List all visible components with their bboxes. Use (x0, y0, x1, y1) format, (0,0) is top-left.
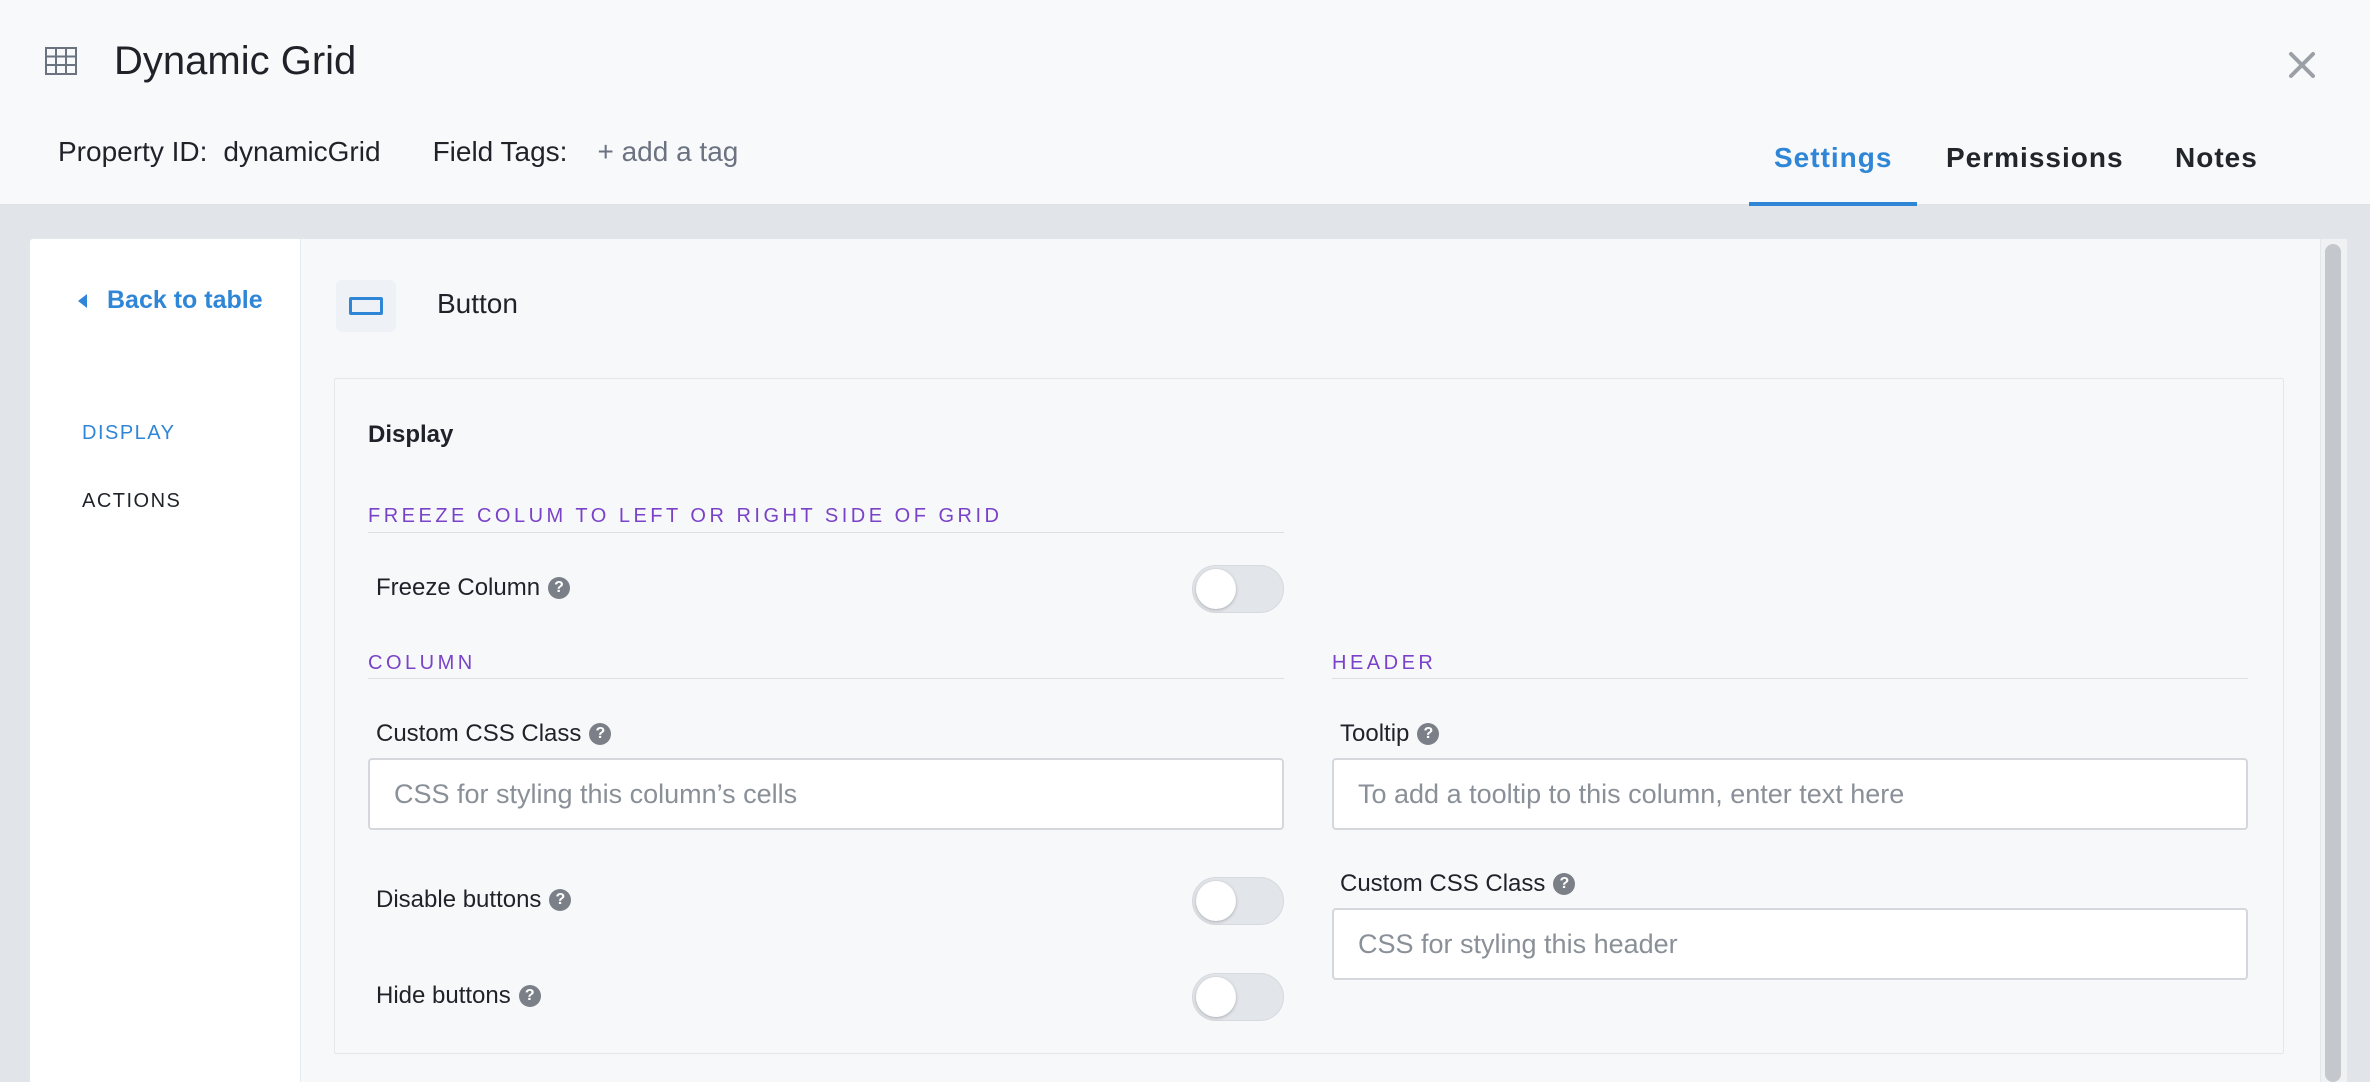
page-title: Dynamic Grid (114, 39, 357, 83)
back-to-table-link[interactable]: Back to table (78, 286, 263, 315)
add-tag-link[interactable]: + add a tag (597, 132, 738, 172)
freeze-column-label: Freeze Column ? (376, 574, 571, 602)
help-icon[interactable]: ? (589, 723, 612, 745)
tab-permissions[interactable]: Permissions (1946, 138, 2124, 178)
column-section-heading: COLUMN (368, 652, 476, 674)
freeze-column-text: Freeze Column (376, 574, 541, 601)
freeze-column-toggle[interactable] (1192, 565, 1284, 613)
modal-header: Dynamic Grid Property ID: dynamicGrid Fi… (0, 0, 2370, 206)
property-id-value: dynamicGrid (223, 136, 381, 167)
tooltip-text: Tooltip (1340, 720, 1410, 747)
panel-title: Display (368, 421, 454, 448)
column-css-text: Custom CSS Class (376, 720, 582, 747)
help-icon[interactable]: ? (548, 577, 571, 599)
hide-buttons-text: Hide buttons (376, 982, 511, 1009)
help-icon[interactable]: ? (1553, 873, 1576, 895)
disable-buttons-text: Disable buttons (376, 886, 542, 913)
header-css-label: Custom CSS Class ? (1340, 870, 1576, 898)
disable-buttons-toggle[interactable] (1192, 877, 1284, 925)
sidebar (29, 238, 301, 1082)
hide-buttons-toggle[interactable] (1192, 973, 1284, 1021)
field-tags-label: Field Tags: (432, 136, 568, 167)
header-section-divider (1332, 678, 2248, 679)
property-id-label: Property ID: (58, 136, 208, 167)
tab-notes[interactable]: Notes (2175, 138, 2258, 178)
header-css-input[interactable] (1332, 908, 2248, 980)
active-tab-indicator (1749, 202, 1917, 206)
header-css-text: Custom CSS Class (1340, 870, 1546, 897)
back-to-table-label: Back to table (107, 286, 263, 314)
freeze-section-divider (368, 532, 1284, 533)
sidebar-item-actions[interactable]: ACTIONS (82, 490, 181, 513)
help-icon[interactable]: ? (549, 889, 572, 911)
tooltip-input[interactable] (1332, 758, 2248, 830)
column-section-divider (368, 678, 1284, 679)
hide-buttons-label: Hide buttons ? (376, 982, 541, 1010)
caret-left-icon (78, 293, 87, 308)
tab-settings[interactable]: Settings (1774, 138, 1892, 178)
column-css-label: Custom CSS Class ? (376, 720, 612, 748)
column-css-input[interactable] (368, 758, 1284, 830)
header-section-heading: HEADER (1332, 652, 1437, 674)
help-icon[interactable]: ? (518, 985, 541, 1007)
sidebar-item-display[interactable]: DISPLAY (82, 422, 176, 445)
help-icon[interactable]: ? (1417, 723, 1440, 745)
tooltip-label: Tooltip ? (1340, 720, 1440, 748)
close-icon[interactable] (2283, 46, 2321, 84)
component-title: Button (437, 288, 518, 319)
button-icon (336, 280, 396, 332)
freeze-section-heading: FREEZE COLUM TO LEFT OR RIGHT SIDE OF GR… (368, 505, 1003, 527)
scrollbar-thumb[interactable] (2325, 244, 2341, 1082)
disable-buttons-label: Disable buttons ? (376, 886, 572, 914)
property-row: Property ID: dynamicGrid Field Tags: + a… (58, 132, 738, 172)
table-grid-icon (45, 47, 77, 75)
